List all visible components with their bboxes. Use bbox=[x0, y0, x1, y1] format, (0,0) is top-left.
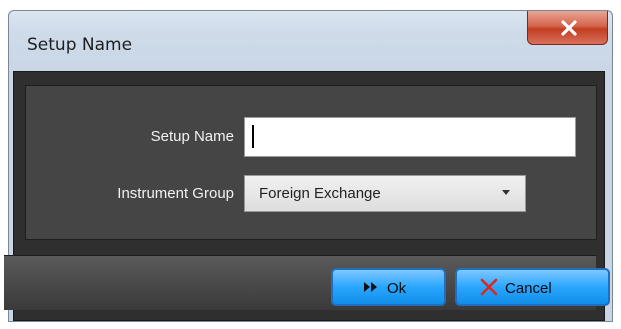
fast-forward-icon bbox=[364, 282, 377, 292]
cancel-label: Cancel bbox=[505, 280, 552, 297]
instrument-group-value: Foreign Exchange bbox=[259, 185, 381, 202]
close-icon bbox=[561, 20, 577, 36]
text-caret bbox=[252, 125, 254, 148]
chevron-down-icon bbox=[502, 190, 510, 195]
form-panel bbox=[25, 85, 597, 240]
title-bar[interactable]: Setup Name bbox=[9, 11, 612, 69]
instrument-group-label: Instrument Group bbox=[117, 185, 234, 202]
setup-name-label: Setup Name bbox=[150, 128, 234, 145]
setup-name-input[interactable] bbox=[244, 117, 576, 157]
ok-button[interactable]: Ok bbox=[331, 268, 446, 306]
instrument-group-select[interactable]: Foreign Exchange bbox=[244, 175, 526, 212]
ok-label: Ok bbox=[387, 280, 407, 297]
close-button[interactable] bbox=[527, 11, 608, 45]
x-icon bbox=[480, 278, 498, 296]
window-title: Setup Name bbox=[27, 35, 133, 55]
cancel-button[interactable]: Cancel bbox=[455, 268, 610, 306]
